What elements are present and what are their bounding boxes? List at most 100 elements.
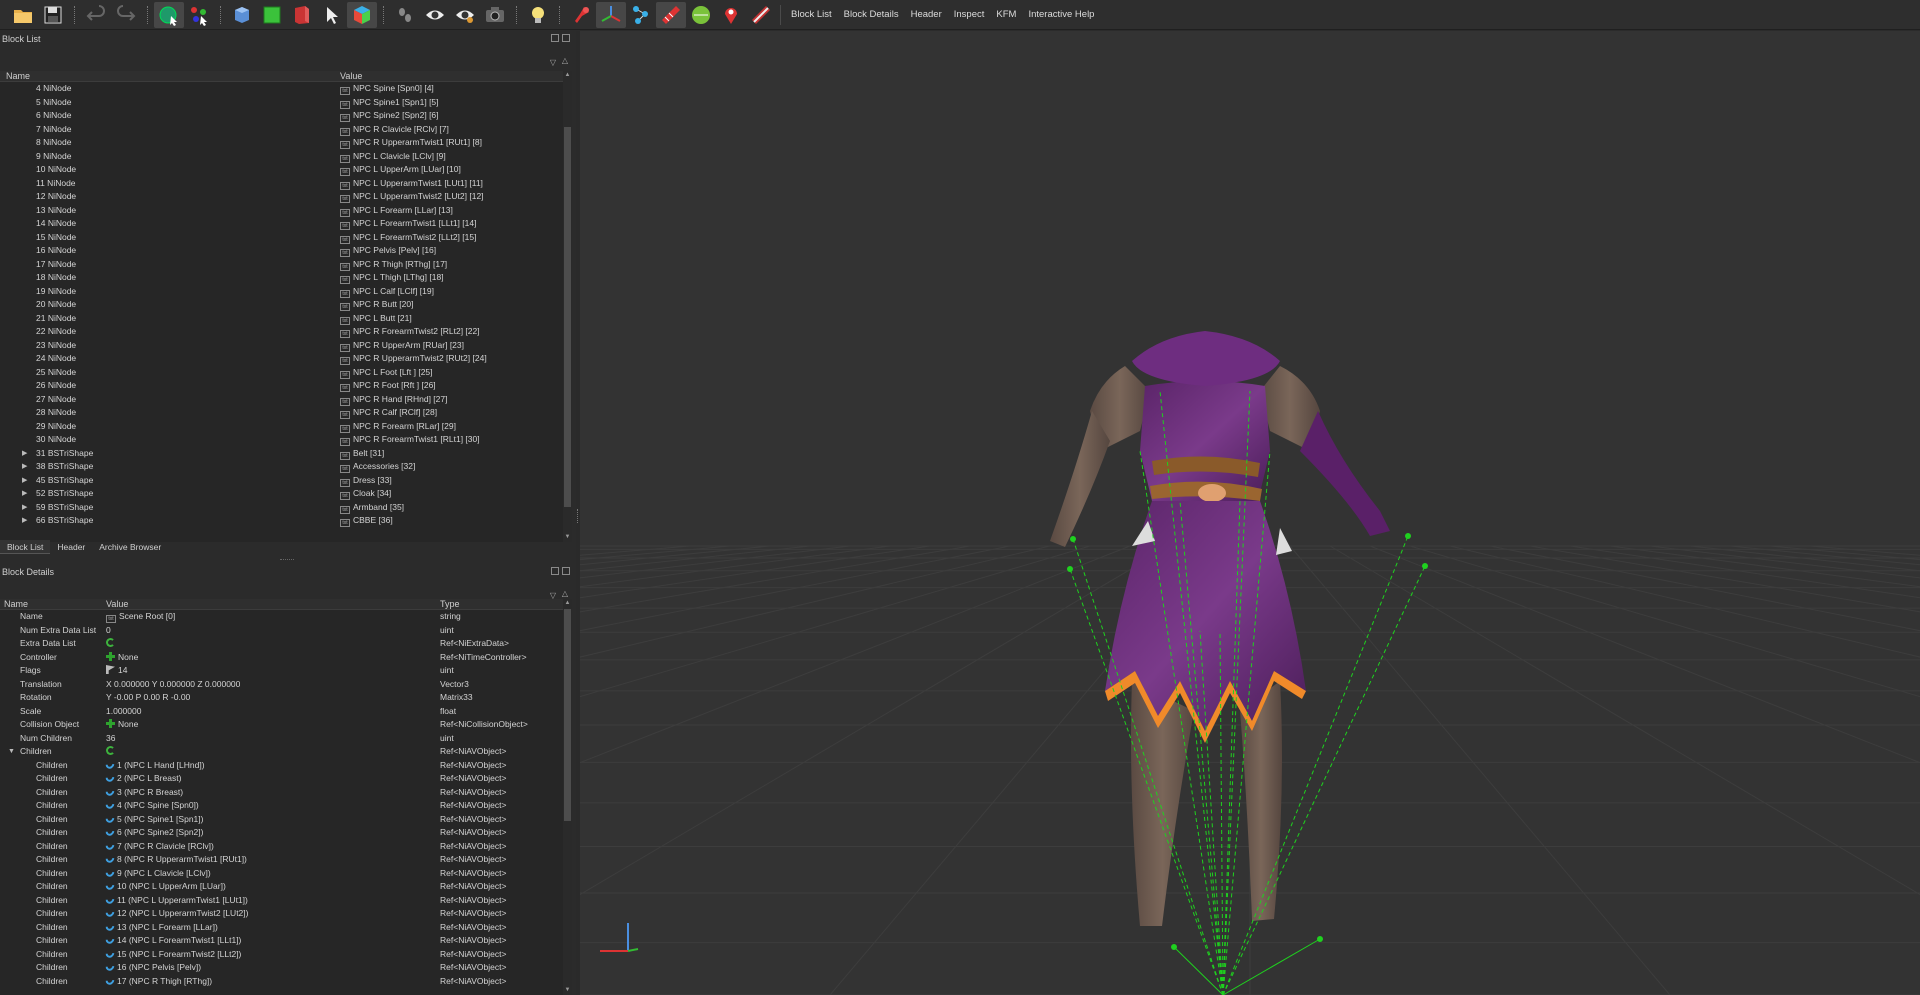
block-details-row[interactable]: Rotation Y -0.00 P 0.00 R -0.00 Matrix33 xyxy=(0,691,572,705)
link-icon[interactable] xyxy=(103,946,117,960)
link-icon[interactable] xyxy=(103,865,117,879)
expand-up-icon[interactable]: △ xyxy=(562,56,568,65)
block-details-row[interactable]: Children 9 (NPC L Clavicle [LClv]) Ref<NiA… xyxy=(0,865,572,881)
field-value[interactable]: 1.000000 xyxy=(106,705,141,719)
field-value[interactable]: 13 (NPC L Forearm [LLar]) xyxy=(103,919,218,935)
block-list-row[interactable]: 6 NiNode txt NPC Spine2 [Spn2] [6] xyxy=(0,109,572,123)
screenshot-button[interactable] xyxy=(480,2,510,28)
link-icon[interactable] xyxy=(103,906,117,919)
block-list-row[interactable]: 29 NiNode txt NPC R Forearm [RLar] [29] xyxy=(0,420,572,434)
scroll-up-icon[interactable]: ▲ xyxy=(563,71,572,80)
block-details-row[interactable]: Children 14 (NPC L ForearmTwist1 [LLt1]) R… xyxy=(0,933,572,948)
field-value[interactable]: 6 (NPC Spine2 [Spn2]) xyxy=(103,825,203,840)
toolbar-grip-5[interactable] xyxy=(516,5,519,24)
collapse-arrow-icon[interactable]: ▼ xyxy=(8,745,15,759)
field-value[interactable]: 14 (NPC L ForearmTwist1 [LLt1]) xyxy=(103,933,241,948)
menu-kfm[interactable]: KFM xyxy=(990,0,1022,30)
view-perspective-button[interactable] xyxy=(347,1,377,28)
scroll-up-icon-2[interactable]: ▲ xyxy=(563,599,572,608)
field-value[interactable]: 11 (NPC L UpperarmTwist1 [LUt1]) xyxy=(103,892,248,908)
block-list-row[interactable]: 20 NiNode txt NPC R Butt [20] xyxy=(0,298,572,312)
column-name-2[interactable]: Name xyxy=(4,599,28,610)
character-model[interactable] xyxy=(1050,331,1390,926)
link-icon[interactable] xyxy=(103,771,117,784)
field-value[interactable] xyxy=(106,637,118,651)
block-list-row[interactable]: ▶ 38 BSTriShape txt Accessories [32] xyxy=(0,460,572,474)
select-vertex-button[interactable] xyxy=(184,2,214,28)
field-value[interactable]: 12 (NPC L UpperarmTwist2 [LUt2]) xyxy=(103,906,248,921)
block-details-row[interactable]: Translation X 0.000000 Y 0.000000 Z 0.000… xyxy=(0,678,572,692)
block-details-row[interactable]: Children 12 (NPC L UpperarmTwist2 [LUt2])… xyxy=(0,906,572,921)
block-list-row[interactable]: 25 NiNode txt NPC L Foot [Lft ] [25] xyxy=(0,366,572,380)
field-value[interactable] xyxy=(106,745,118,759)
link-icon[interactable] xyxy=(103,960,117,973)
close-icon-2[interactable] xyxy=(562,567,570,575)
block-list-row[interactable]: 10 NiNode txt NPC L UpperArm [LUar] [10] xyxy=(0,163,572,177)
toolbar-grip-4[interactable] xyxy=(383,5,386,24)
block-details-row[interactable]: Name txt Scene Root [0] string xyxy=(0,610,572,624)
float-icon-2[interactable] xyxy=(551,567,559,575)
show-havok-button[interactable] xyxy=(686,2,716,28)
block-details-row[interactable]: Children 5 (NPC Spine1 [Spn1]) Ref<NiAVObj… xyxy=(0,811,572,827)
block-list-row[interactable]: 17 NiNode txt NPC R Thigh [RThg] [17] xyxy=(0,258,572,272)
menu-block-list[interactable]: Block List xyxy=(785,0,838,30)
block-list-row[interactable]: 11 NiNode txt NPC L UpperarmTwist1 [LUt1] … xyxy=(0,177,572,191)
block-list-row[interactable]: 16 NiNode txt NPC Pelvis [Pelv] [16] xyxy=(0,244,572,258)
link-icon[interactable] xyxy=(103,838,117,852)
link-icon[interactable] xyxy=(103,825,117,838)
block-details-row[interactable]: Children 17 (NPC R Thigh [RThg]) Ref<NiAVO… xyxy=(0,973,572,989)
block-details-tree[interactable]: Name Value Type Name txt Scene Root [0] str… xyxy=(0,599,572,995)
block-details-row[interactable]: Extra Data List Ref<NiExtraData> xyxy=(0,637,572,651)
float-icon[interactable] xyxy=(551,34,559,42)
block-details-row[interactable]: Children 15 (NPC L ForearmTwist2 [LLt2]) R… xyxy=(0,946,572,962)
block-details-row[interactable]: Children 2 (NPC L Breast) Ref<NiAVObject> xyxy=(0,771,572,786)
block-details-row[interactable]: ▼ Children Ref<NiAVObject> xyxy=(0,745,572,759)
field-value[interactable]: 1 (NPC L Hand [LHnd]) xyxy=(103,757,205,773)
link-icon[interactable] xyxy=(103,757,117,771)
tab-archive-browser[interactable]: Archive Browser xyxy=(92,540,168,554)
expand-arrow-icon[interactable]: ▶ xyxy=(22,460,27,474)
block-list-row[interactable]: 9 NiNode txt NPC L Clavicle [LClv] [9] xyxy=(0,150,572,164)
collapse-all-icon[interactable]: ▽ xyxy=(550,58,556,67)
lighting-button[interactable] xyxy=(523,2,553,28)
field-value[interactable]: 14 xyxy=(106,664,127,678)
block-details-row[interactable]: Children 1 (NPC L Hand [LHnd]) Ref<NiAVObj… xyxy=(0,757,572,773)
block-details-row[interactable]: Controller None Ref<NiTimeController> xyxy=(0,651,572,665)
show-vertex-colors-button[interactable] xyxy=(746,2,776,28)
field-value[interactable]: 3 (NPC R Breast) xyxy=(103,784,183,800)
field-value[interactable]: Y -0.00 P 0.00 R -0.00 xyxy=(106,691,190,705)
view-front-button[interactable] xyxy=(257,2,287,28)
block-details-row[interactable]: Children 11 (NPC L UpperarmTwist1 [LUt1])… xyxy=(0,892,572,908)
block-list-row[interactable]: ▶ 31 BSTriShape txt Belt [31] xyxy=(0,447,572,461)
link-icon[interactable] xyxy=(103,852,117,865)
save-file-button[interactable] xyxy=(38,2,68,28)
block-list-row[interactable]: 5 NiNode txt NPC Spine1 [Spn1] [5] xyxy=(0,96,572,110)
toolbar-grip-3[interactable] xyxy=(220,5,223,24)
link-icon[interactable] xyxy=(103,879,117,892)
field-value[interactable]: txt Scene Root [0] xyxy=(106,610,175,624)
expand-up-icon-2[interactable]: △ xyxy=(562,589,568,598)
show-marked-button[interactable] xyxy=(450,2,480,28)
view-user-button[interactable] xyxy=(317,2,347,28)
block-list-row[interactable]: 18 NiNode txt NPC L Thigh [LThg] [18] xyxy=(0,271,572,285)
field-value[interactable]: 10 (NPC L UpperArm [LUar]) xyxy=(103,879,226,894)
expand-arrow-icon[interactable]: ▶ xyxy=(22,514,27,528)
block-details-row[interactable]: Children 6 (NPC Spine2 [Spn2]) Ref<NiAVObj… xyxy=(0,825,572,840)
block-details-row[interactable]: Children 10 (NPC L UpperArm [LUar]) Ref<Ni… xyxy=(0,879,572,894)
open-file-button[interactable] xyxy=(8,2,38,28)
block-list-row[interactable]: 21 NiNode txt NPC L Butt [21] xyxy=(0,312,572,326)
toolbar-grip-2[interactable] xyxy=(147,5,150,24)
link-icon[interactable] xyxy=(103,811,117,825)
block-list-tree[interactable]: Name Value 4 NiNode txt NPC Spine [Spn0] [… xyxy=(0,71,572,542)
expand-arrow-icon[interactable]: ▶ xyxy=(22,474,27,488)
field-value[interactable]: 7 (NPC R Clavicle [RClv]) xyxy=(103,838,214,854)
field-value[interactable]: 8 (NPC R UpperarmTwist1 [RUt1]) xyxy=(103,852,247,867)
show-markers-button[interactable] xyxy=(716,2,746,28)
block-details-row[interactable]: Children 16 (NPC Pelvis [Pelv]) Ref<NiAVOb… xyxy=(0,960,572,975)
field-value[interactable]: 36 xyxy=(106,732,115,746)
tab-header[interactable]: Header xyxy=(50,540,92,554)
link-icon[interactable] xyxy=(103,798,117,811)
column-type[interactable]: Type xyxy=(440,599,460,610)
link-icon[interactable] xyxy=(103,919,117,933)
view-top-button[interactable] xyxy=(227,2,257,28)
